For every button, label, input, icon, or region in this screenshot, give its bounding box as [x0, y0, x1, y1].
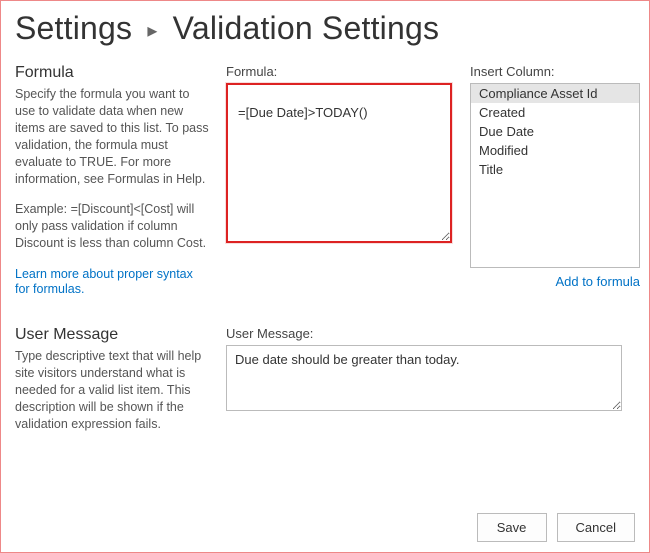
breadcrumb-current: Validation Settings: [173, 10, 440, 46]
column-list[interactable]: Compliance Asset Id Created Due Date Mod…: [470, 83, 640, 268]
formula-input[interactable]: [226, 83, 452, 243]
insert-column-label: Insert Column:: [470, 64, 635, 79]
learn-more-link[interactable]: Learn more about proper syntax for formu…: [15, 267, 193, 296]
column-list-item[interactable]: Due Date: [471, 122, 639, 141]
formula-help-2: Example: =[Discount]<[Cost] will only pa…: [15, 201, 210, 252]
user-message-help: Type descriptive text that will help sit…: [15, 348, 210, 432]
user-message-input[interactable]: [226, 345, 622, 411]
column-list-item[interactable]: Modified: [471, 141, 639, 160]
chevron-right-icon: ▸: [141, 20, 163, 42]
add-to-formula-link[interactable]: Add to formula: [555, 274, 640, 289]
formula-help-1: Specify the formula you want to use to v…: [15, 86, 210, 187]
breadcrumb: Settings ▸ Validation Settings: [15, 11, 635, 46]
formula-field-label: Formula:: [226, 64, 456, 79]
save-button[interactable]: Save: [477, 513, 547, 542]
breadcrumb-root[interactable]: Settings: [15, 10, 132, 46]
user-message-heading: User Message: [15, 326, 210, 344]
column-list-item[interactable]: Created: [471, 103, 639, 122]
button-bar: Save Cancel: [477, 513, 635, 542]
user-message-field-label: User Message:: [226, 326, 635, 341]
column-list-item[interactable]: Compliance Asset Id: [471, 84, 639, 103]
cancel-button[interactable]: Cancel: [557, 513, 635, 542]
column-list-item[interactable]: Title: [471, 160, 639, 179]
formula-heading: Formula: [15, 64, 210, 82]
